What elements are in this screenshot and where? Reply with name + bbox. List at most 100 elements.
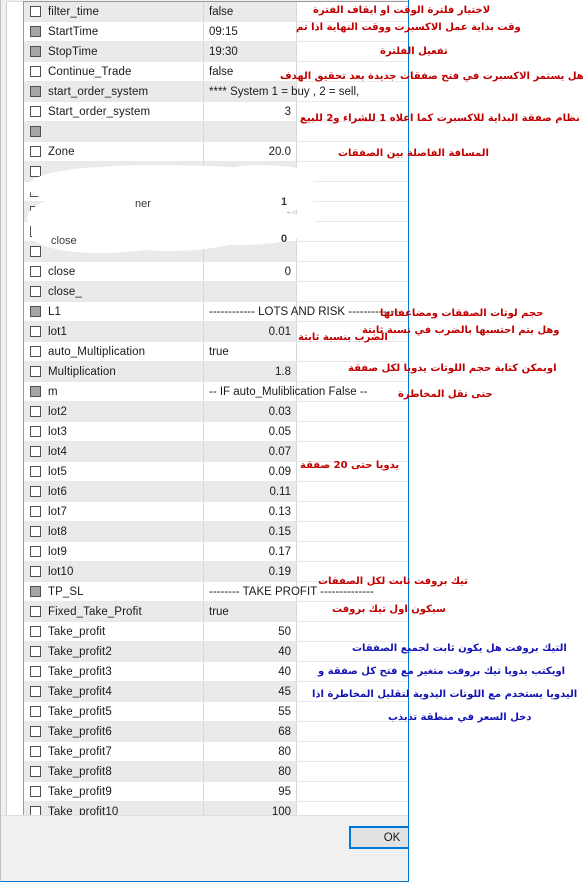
checkbox-icon[interactable] (30, 686, 41, 697)
parameter-value-cell[interactable] (204, 162, 297, 181)
checkbox-icon[interactable] (30, 546, 41, 557)
table-row[interactable]: lot2 0.03 (24, 402, 408, 422)
checkbox-icon[interactable] (30, 266, 41, 277)
parameter-value-cell[interactable]: 40 (204, 642, 297, 661)
parameter-value-cell[interactable]: -------- TAKE PROFIT -------------- (204, 582, 374, 601)
parameter-value-cell[interactable]: 0.15 (204, 522, 297, 541)
checkbox-icon[interactable] (30, 66, 41, 77)
checkbox-icon[interactable] (30, 626, 41, 637)
parameter-value-cell[interactable]: true (204, 342, 297, 361)
table-row[interactable]: close_ (24, 282, 408, 302)
checkbox-icon[interactable] (30, 286, 41, 297)
checkbox-icon[interactable] (30, 6, 41, 17)
checkbox-icon[interactable] (30, 46, 41, 57)
parameter-value-cell[interactable]: 0.19 (204, 562, 297, 581)
parameter-value-cell[interactable] (204, 282, 297, 301)
parameter-value-cell[interactable]: 0.09 (204, 462, 297, 481)
parameter-value-cell[interactable]: 19:30 (204, 42, 297, 61)
parameter-value-cell[interactable]: 55 (204, 702, 297, 721)
checkbox-icon[interactable] (30, 206, 41, 217)
checkbox-icon[interactable] (30, 366, 41, 377)
table-row[interactable]: lot6 0.11 (24, 482, 408, 502)
parameter-value-cell[interactable]: 1.8 (204, 362, 297, 381)
checkbox-icon[interactable] (30, 566, 41, 577)
checkbox-icon[interactable] (30, 466, 41, 477)
checkbox-icon[interactable] (30, 666, 41, 677)
checkbox-icon[interactable] (30, 186, 41, 197)
checkbox-icon[interactable] (30, 526, 41, 537)
table-row[interactable]: lot8 0.15 (24, 522, 408, 542)
table-row[interactable]: Take_profit 50 (24, 622, 408, 642)
parameter-value-cell[interactable]: 68 (204, 722, 297, 741)
table-row[interactable]: Take_profit9 95 (24, 782, 408, 802)
parameter-value-cell[interactable]: false (204, 2, 297, 21)
checkbox-icon[interactable] (30, 606, 41, 617)
checkbox-icon[interactable] (30, 106, 41, 117)
table-row[interactable]: Take_profit6 68 (24, 722, 408, 742)
checkbox-icon[interactable] (30, 646, 41, 657)
parameter-value-cell[interactable]: 0.11 (204, 482, 297, 501)
checkbox-icon[interactable] (30, 766, 41, 777)
table-row[interactable]: close 0 (24, 262, 408, 282)
table-row[interactable]: 1 (24, 202, 408, 222)
checkbox-icon[interactable] (30, 306, 41, 317)
table-row[interactable]: lot7 0.13 (24, 502, 408, 522)
table-row[interactable]: L1 ------------ LOTS AND RISK -----------… (24, 302, 408, 322)
parameter-value-cell[interactable]: 3 (204, 102, 297, 121)
parameter-value-cell[interactable]: 0.17 (204, 542, 297, 561)
table-row[interactable]: lot3 0.05 (24, 422, 408, 442)
checkbox-icon[interactable] (30, 126, 41, 137)
table-row[interactable] (24, 222, 408, 242)
parameter-value-cell[interactable]: 0.03 (204, 402, 297, 421)
parameter-value-cell[interactable]: -- IF auto_Muliblication False -- (204, 382, 368, 401)
checkbox-icon[interactable] (30, 146, 41, 157)
checkbox-icon[interactable] (30, 346, 41, 357)
parameter-table[interactable]: filter_time false StartTime 09:15 StopTime 19… (23, 1, 408, 842)
checkbox-icon[interactable] (30, 726, 41, 737)
checkbox-icon[interactable] (30, 746, 41, 757)
table-row[interactable]: Take_profit7 80 (24, 742, 408, 762)
checkbox-icon[interactable] (30, 386, 41, 397)
parameter-value-cell[interactable]: 40 (204, 662, 297, 681)
checkbox-icon[interactable] (30, 246, 41, 257)
parameter-value-cell[interactable]: ------------ LOTS AND RISK -------------… (204, 302, 402, 321)
checkbox-icon[interactable] (30, 86, 41, 97)
checkbox-icon[interactable] (30, 406, 41, 417)
checkbox-icon[interactable] (30, 26, 41, 37)
table-row[interactable]: start_order_system **** System 1 = buy , … (24, 82, 408, 102)
parameter-value-cell[interactable]: true (204, 602, 297, 621)
checkbox-icon[interactable] (30, 706, 41, 717)
table-row[interactable]: Take_profit8 80 (24, 762, 408, 782)
table-row[interactable]: Take_profit5 55 (24, 702, 408, 722)
parameter-value-cell[interactable]: 0 (204, 262, 297, 281)
checkbox-icon[interactable] (30, 166, 41, 177)
checkbox-icon[interactable] (30, 326, 41, 337)
table-row[interactable]: StopTime 19:30 (24, 42, 408, 62)
parameter-value-cell[interactable]: 80 (204, 762, 297, 781)
checkbox-icon[interactable] (30, 446, 41, 457)
parameter-value-cell[interactable]: 45 (204, 682, 297, 701)
parameter-value-cell[interactable]: 95 (204, 782, 297, 801)
table-row[interactable] (24, 182, 408, 202)
checkbox-icon[interactable] (30, 486, 41, 497)
parameter-value-cell[interactable]: 0.01 (204, 322, 297, 341)
table-row[interactable] (24, 242, 408, 262)
table-row[interactable]: lot9 0.17 (24, 542, 408, 562)
parameter-value-cell[interactable]: 80 (204, 742, 297, 761)
table-row[interactable]: m -- IF auto_Muliblication False -- (24, 382, 408, 402)
parameter-value-cell[interactable]: 50 (204, 622, 297, 641)
checkbox-icon[interactable] (30, 226, 41, 237)
checkbox-icon[interactable] (30, 786, 41, 797)
parameter-value-cell[interactable]: 0.05 (204, 422, 297, 441)
checkbox-icon[interactable] (30, 586, 41, 597)
parameter-name-label: filter_time (48, 5, 99, 18)
parameter-value-cell[interactable] (204, 122, 297, 141)
ok-button[interactable]: OK (349, 826, 408, 849)
table-row[interactable] (24, 162, 408, 182)
checkbox-icon[interactable] (30, 506, 41, 517)
checkbox-icon[interactable] (30, 426, 41, 437)
parameter-value-cell[interactable]: 0.13 (204, 502, 297, 521)
parameter-value-cell[interactable]: 20.0 (204, 142, 297, 161)
parameter-value-cell[interactable]: 0.07 (204, 442, 297, 461)
parameter-value-cell[interactable]: 09:15 (204, 22, 297, 41)
